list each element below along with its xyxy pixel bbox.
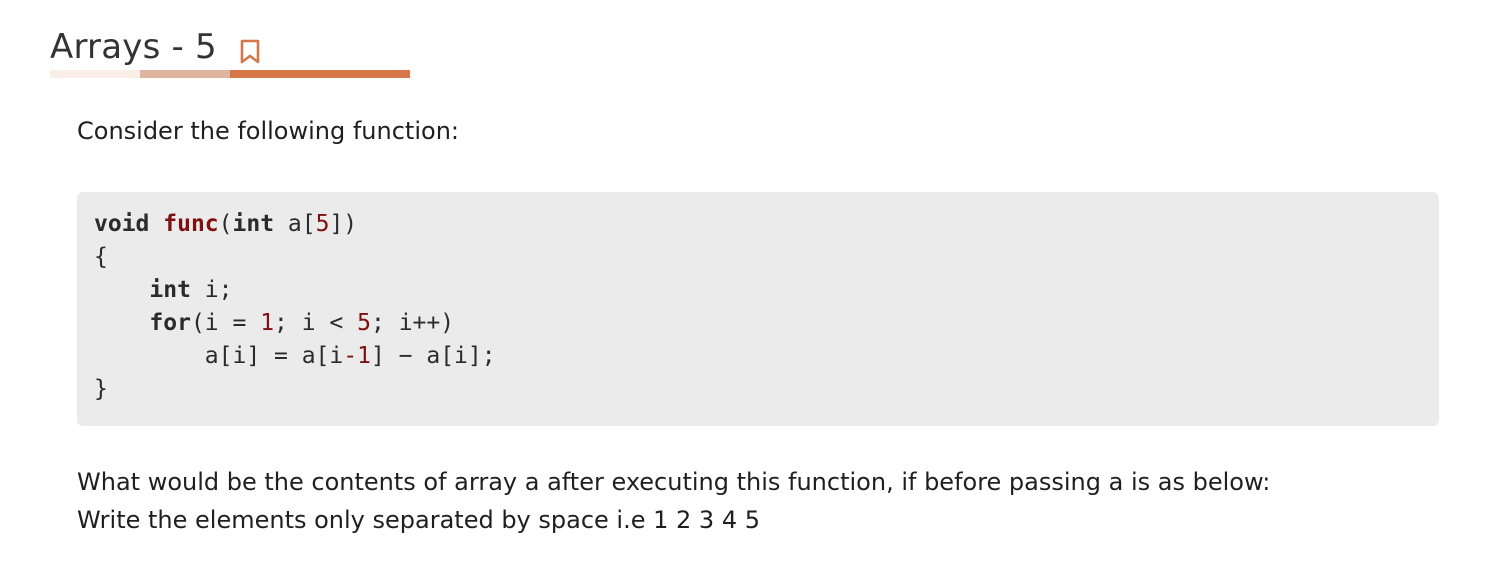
title-underline	[50, 70, 410, 78]
code-token: -1	[343, 343, 371, 369]
underline-segment-medium	[140, 70, 230, 78]
underline-segment-light	[50, 70, 140, 78]
bookmark-icon[interactable]	[237, 37, 263, 67]
bookmark-icon-svg	[240, 39, 260, 64]
code-block: void func(int a[5]){ int i; for(i = 1; i…	[77, 192, 1439, 426]
page-title: Arrays - 5	[50, 27, 217, 67]
code-token: (	[218, 211, 233, 237]
code-line: }	[94, 373, 1439, 406]
question-text: What would be the contents of array a af…	[77, 463, 1270, 539]
code-token: void	[94, 211, 150, 237]
code-token: a[i] = a[i	[94, 343, 344, 369]
code-line: int i;	[94, 274, 1439, 307]
code-token: (i =	[190, 310, 261, 336]
code-token: i;	[190, 277, 233, 303]
code-token: ; i++)	[371, 310, 455, 336]
code-token: func	[163, 211, 219, 237]
question-line-2: Write the elements only separated by spa…	[77, 506, 760, 534]
code-token: 5	[315, 211, 330, 237]
code-token: for	[149, 310, 191, 336]
question-line-1: What would be the contents of array a af…	[77, 468, 1271, 496]
code-line: for(i = 1; i < 5; i++)	[94, 307, 1439, 340]
code-line: a[i] = a[i-1] − a[i];	[94, 340, 1439, 373]
title-row: Arrays - 5	[50, 24, 410, 70]
underline-segment-accent	[230, 70, 410, 78]
code-token: int	[232, 211, 275, 237]
question-header: Arrays - 5	[50, 24, 410, 78]
code-line: void func(int a[5])	[94, 208, 1439, 241]
code-token: }	[94, 376, 108, 402]
code-token: {	[94, 244, 108, 270]
code-token: ] − a[i];	[370, 343, 496, 369]
code-token: ])	[329, 211, 358, 237]
code-token: int	[149, 277, 191, 303]
code-token: a[	[274, 211, 316, 237]
code-token: 1	[260, 310, 275, 336]
code-token: ; i <	[274, 310, 358, 336]
code-line: {	[94, 241, 1439, 274]
code-token: 5	[357, 310, 371, 336]
intro-text: Consider the following function:	[77, 117, 459, 145]
